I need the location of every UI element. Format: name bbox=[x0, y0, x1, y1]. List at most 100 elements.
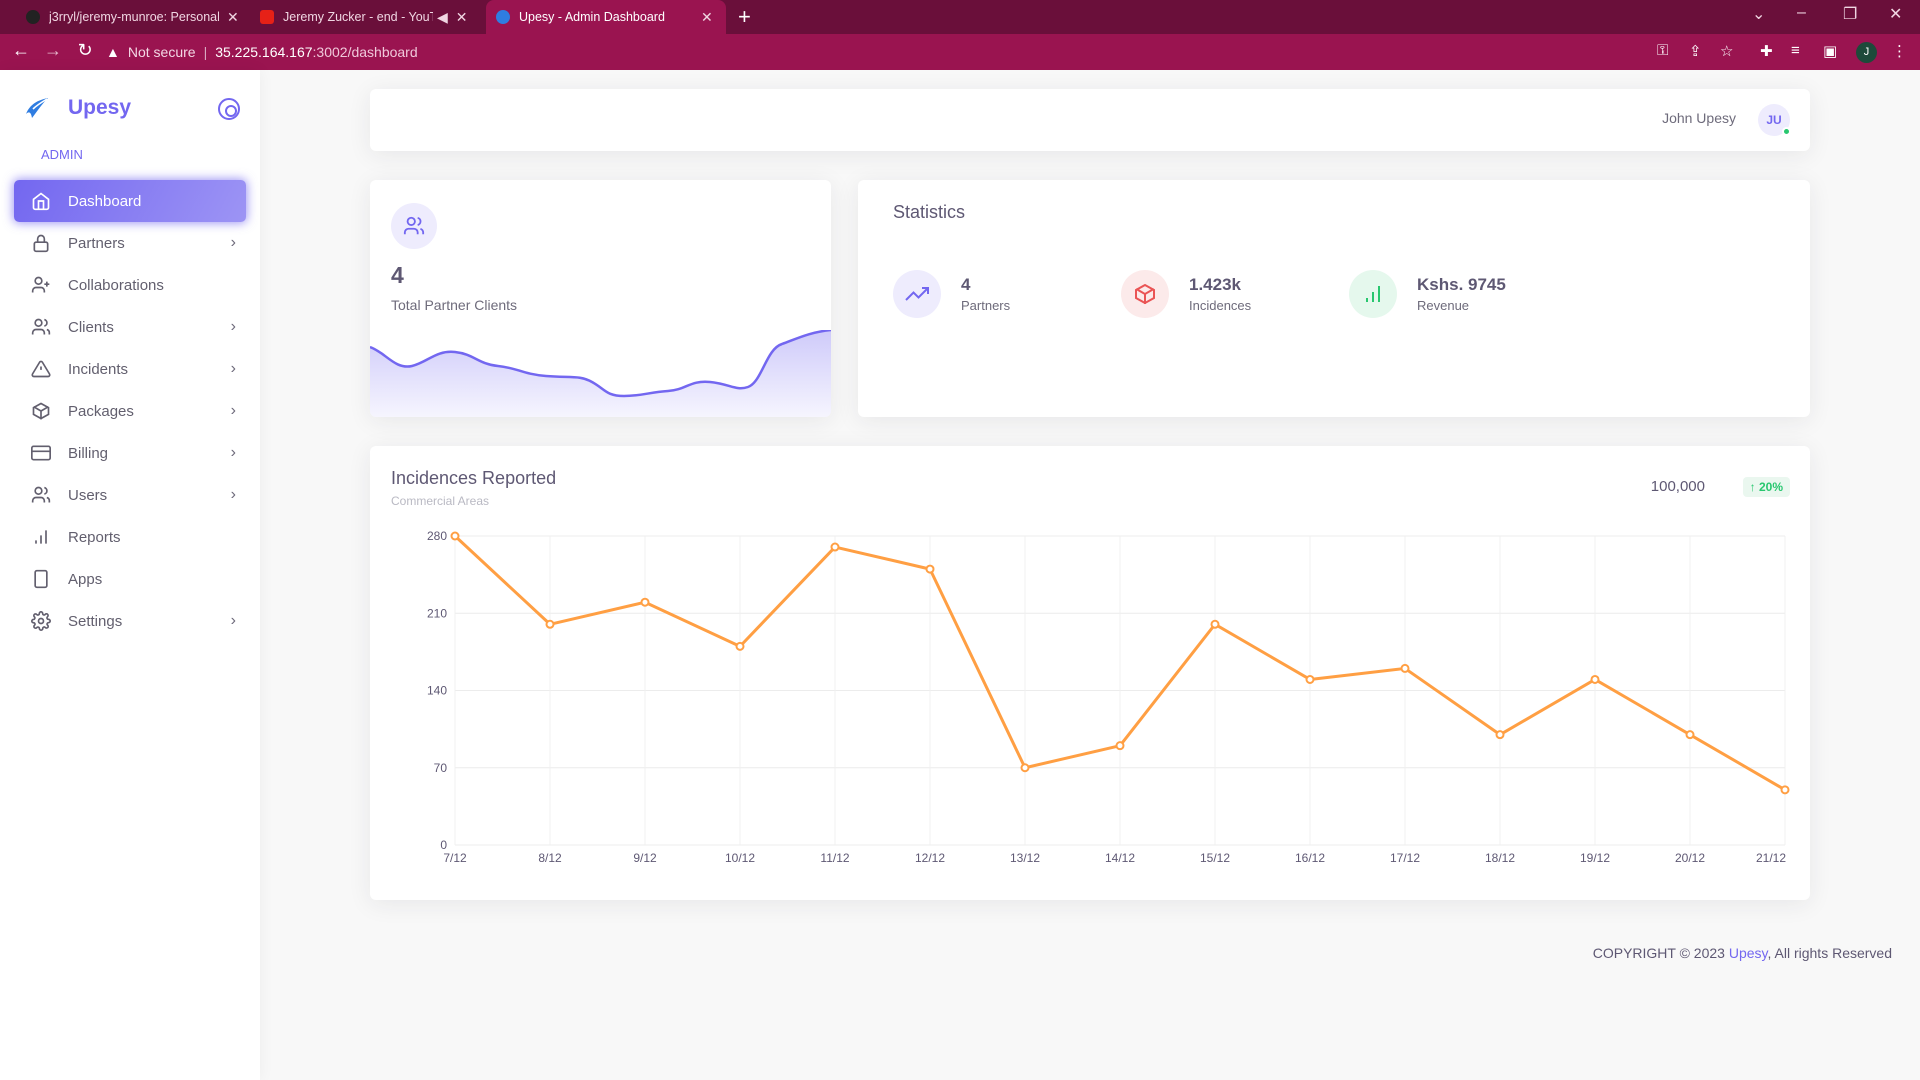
tablet-icon bbox=[30, 568, 52, 590]
close-window-icon[interactable]: ✕ bbox=[1889, 4, 1902, 24]
key-icon[interactable]: ⚿ bbox=[1657, 42, 1668, 59]
data-point bbox=[640, 597, 650, 607]
top-navbar: John Upesy JU bbox=[370, 89, 1810, 151]
x-tick-label: 18/12 bbox=[1485, 851, 1515, 865]
sidebar-item-incidents[interactable]: Incidents › bbox=[14, 348, 246, 390]
forward-arrow-icon[interactable]: → bbox=[41, 40, 65, 61]
y-tick-label: 70 bbox=[434, 761, 448, 775]
sidebar-item-packages[interactable]: Packages › bbox=[14, 390, 246, 432]
data-point bbox=[1495, 730, 1505, 740]
footer: COPYRIGHT © 2023 Upesy, All rights Reser… bbox=[1593, 945, 1892, 961]
total-partner-clients-card: 4 Total Partner Clients bbox=[370, 180, 831, 417]
avatar-initials: JU bbox=[1766, 113, 1782, 127]
lock-icon bbox=[30, 232, 52, 254]
alert-triangle-icon bbox=[30, 358, 52, 380]
sidebar-item-reports[interactable]: Reports bbox=[14, 516, 246, 558]
tab-close-icon[interactable]: ✕ bbox=[701, 9, 713, 26]
y-tick-label: 280 bbox=[427, 529, 447, 543]
sidebar-item-apps[interactable]: Apps bbox=[14, 558, 246, 600]
sidebar-item-label: Incidents bbox=[68, 360, 129, 378]
browser-tab[interactable]: j3rryl/jeremy-munroe: Personal P ✕ bbox=[16, 0, 249, 34]
data-point bbox=[1210, 619, 1220, 629]
x-tick-label: 13/12 bbox=[1010, 851, 1040, 865]
sidebar-item-label: Settings bbox=[68, 612, 123, 630]
clients-count: 4 bbox=[391, 262, 404, 288]
back-arrow-icon[interactable]: ← bbox=[9, 40, 33, 61]
more-menu-icon[interactable]: ⋮ bbox=[1892, 42, 1907, 60]
tab-close-icon[interactable]: ✕ bbox=[227, 9, 239, 26]
trending-up-icon bbox=[893, 270, 941, 318]
sidebar-item-collaborations[interactable]: Collaborations bbox=[14, 264, 246, 306]
share-icon[interactable]: ⇪ bbox=[1689, 42, 1702, 60]
x-tick-label: 7/12 bbox=[443, 851, 467, 865]
rights-text: , All rights Reserved bbox=[1767, 945, 1893, 961]
speaker-mute-icon[interactable]: ◀ bbox=[437, 9, 448, 26]
sidebar-item-dashboard[interactable]: Dashboard bbox=[14, 180, 246, 222]
data-point bbox=[1590, 674, 1600, 684]
chevron-right-icon: › bbox=[230, 318, 236, 335]
upesy-favicon-icon bbox=[496, 10, 510, 24]
minimize-icon[interactable]: – bbox=[1797, 4, 1806, 22]
box-icon bbox=[1121, 270, 1169, 318]
brand[interactable]: Upesy bbox=[24, 96, 131, 120]
sidebar-item-clients[interactable]: Clients › bbox=[14, 306, 246, 348]
browser-tab[interactable]: Jeremy Zucker - end - YouTu ◀ ✕ bbox=[250, 0, 478, 34]
tab-label: Upesy - Admin Dashboard bbox=[519, 10, 665, 24]
browser-tab-strip: j3rryl/jeremy-munroe: Personal P ✕ Jerem… bbox=[0, 0, 1920, 34]
tab-search-chevron-icon[interactable]: ⌄ bbox=[1752, 4, 1765, 24]
sidebar-item-users[interactable]: Users › bbox=[14, 474, 246, 516]
stat-label: Revenue bbox=[1417, 298, 1470, 313]
chevron-right-icon: › bbox=[230, 444, 236, 461]
stat-partners: 4 Partners bbox=[893, 270, 1010, 318]
data-point bbox=[1305, 674, 1315, 684]
tab-label: j3rryl/jeremy-munroe: Personal P bbox=[49, 10, 219, 24]
media-queue-icon[interactable]: ≡ bbox=[1791, 42, 1800, 59]
warning-triangle-icon: ▲ bbox=[106, 44, 120, 60]
statistics-title: Statistics bbox=[893, 202, 966, 222]
sidebar-item-settings[interactable]: Settings › bbox=[14, 600, 246, 642]
user-plus-icon bbox=[30, 274, 52, 296]
credit-card-icon bbox=[30, 442, 52, 464]
profile-avatar[interactable]: J bbox=[1856, 42, 1877, 63]
data-point bbox=[1685, 730, 1695, 740]
new-tab-plus-icon[interactable]: + bbox=[738, 4, 751, 30]
sidebar-item-billing[interactable]: Billing › bbox=[14, 432, 246, 474]
brand-name: Upesy bbox=[68, 96, 132, 119]
home-icon bbox=[30, 190, 52, 212]
data-point bbox=[735, 641, 745, 651]
settings-icon bbox=[30, 610, 52, 632]
user-name[interactable]: John Upesy bbox=[1662, 110, 1736, 126]
url-field[interactable]: ▲ Not secure | 35.225.164.167 :3002/dash… bbox=[106, 39, 1806, 65]
data-point bbox=[1400, 663, 1410, 673]
footer-brand-link[interactable]: Upesy bbox=[1729, 945, 1768, 961]
chevron-right-icon: › bbox=[230, 612, 236, 629]
sidebar-toggle-circle-icon[interactable] bbox=[218, 98, 240, 120]
users-icon bbox=[391, 203, 437, 249]
stat-value: Kshs. 9745 bbox=[1417, 275, 1506, 294]
sidebar-item-partners[interactable]: Partners › bbox=[14, 222, 246, 264]
tab-close-icon[interactable]: ✕ bbox=[456, 9, 468, 26]
bar-chart-icon bbox=[1349, 270, 1397, 318]
star-bookmark-icon[interactable]: ☆ bbox=[1720, 42, 1733, 60]
browser-address-bar: ← → ↻ ▲ Not secure | 35.225.164.167 :300… bbox=[0, 34, 1920, 70]
x-tick-label: 20/12 bbox=[1675, 851, 1705, 865]
x-tick-label: 10/12 bbox=[725, 851, 755, 865]
sidebar-item-label: Dashboard bbox=[68, 192, 142, 210]
url-path: :3002/dashboard bbox=[312, 44, 418, 60]
sidebar-item-label: Clients bbox=[68, 318, 114, 336]
statistics-card: Statistics 4 Partners 1.423k Incidences … bbox=[858, 180, 1810, 417]
stat-label: Partners bbox=[961, 298, 1011, 313]
clients-sparkline bbox=[370, 330, 831, 417]
package-icon bbox=[30, 400, 52, 422]
browser-tab-active[interactable]: Upesy - Admin Dashboard ✕ bbox=[486, 0, 726, 34]
side-panel-icon[interactable]: ▣ bbox=[1823, 42, 1837, 60]
y-tick-label: 210 bbox=[427, 606, 447, 620]
extensions-puzzle-icon[interactable]: ✚ bbox=[1760, 42, 1773, 60]
sidebar-item-label: Users bbox=[68, 486, 108, 504]
reload-icon[interactable]: ↻ bbox=[73, 40, 97, 61]
role-label: ADMIN bbox=[41, 147, 83, 162]
x-tick-label: 21/12 bbox=[1756, 851, 1786, 865]
user-avatar[interactable]: JU bbox=[1758, 104, 1791, 136]
restore-icon[interactable]: ❐ bbox=[1843, 4, 1857, 24]
sidebar-item-label: Packages bbox=[68, 402, 134, 420]
